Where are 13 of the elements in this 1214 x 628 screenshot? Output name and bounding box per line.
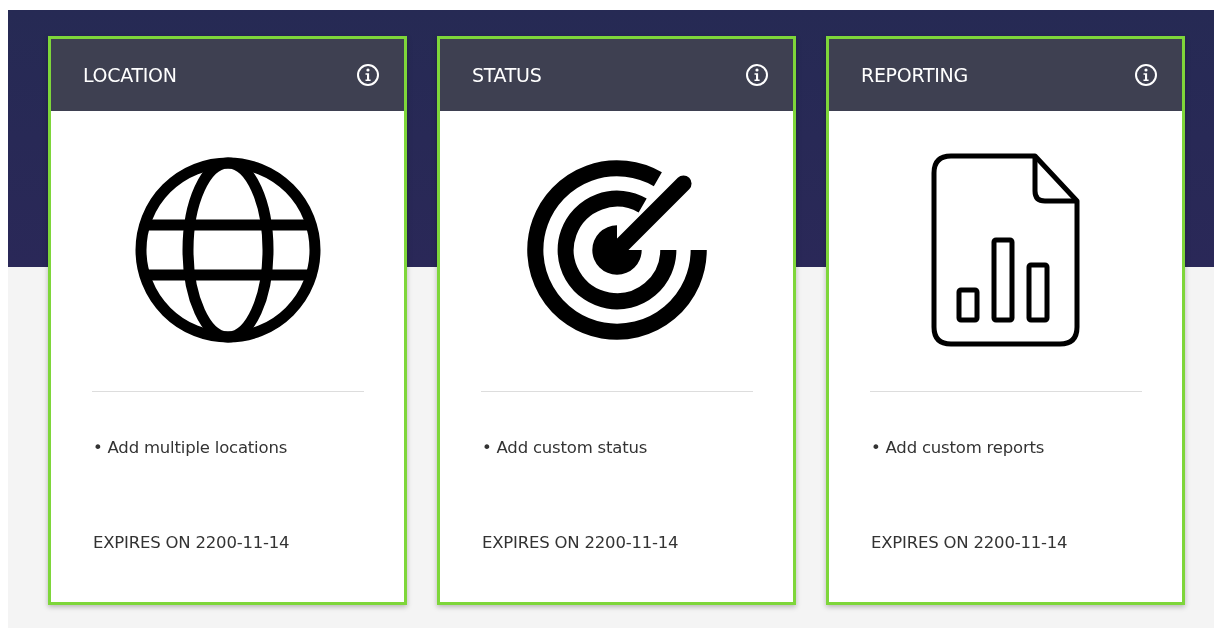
info-icon[interactable] — [1134, 63, 1158, 87]
feature-text: • Add custom reports — [871, 438, 1045, 457]
feature-text: • Add custom status — [482, 438, 648, 457]
info-icon[interactable] — [356, 63, 380, 87]
info-icon[interactable] — [745, 63, 769, 87]
feature-text: • Add multiple locations — [93, 438, 288, 457]
card-title: STATUS — [472, 64, 542, 86]
expiry-text: EXPIRES ON 2200-11-14 — [93, 533, 290, 552]
card-title: LOCATION — [83, 64, 177, 86]
chart-document-icon — [930, 152, 1081, 347]
card-title: REPORTING — [861, 64, 968, 86]
expiry-text: EXPIRES ON 2200-11-14 — [482, 533, 679, 552]
expiry-text: EXPIRES ON 2200-11-14 — [871, 533, 1068, 552]
